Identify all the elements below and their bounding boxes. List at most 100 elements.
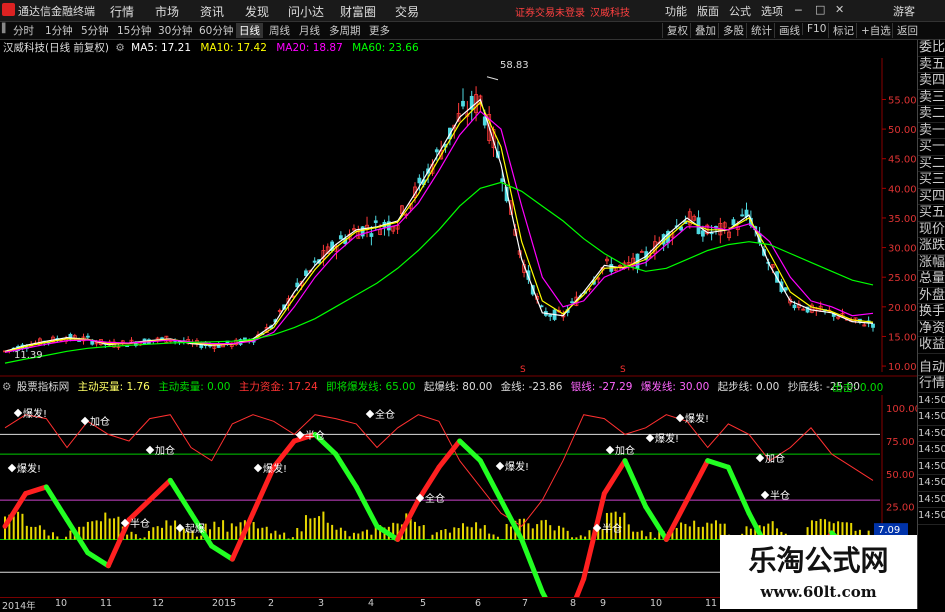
- volume-bar: [532, 528, 534, 539]
- side-item-auto[interactable]: 自动: [918, 360, 945, 377]
- volume-bar: [636, 532, 638, 540]
- price-tick-label: 35.00: [888, 214, 917, 225]
- volume-bar: [161, 528, 163, 540]
- volume-bar: [558, 526, 560, 540]
- signal-diamond-icon: [676, 414, 684, 422]
- volume-bar: [410, 519, 412, 540]
- price-tick-label: 40.00: [888, 184, 917, 195]
- indicator-tick-label: 75.00: [886, 437, 915, 448]
- side-item-buy3[interactable]: 买三: [918, 172, 945, 189]
- candle-body: [501, 179, 504, 182]
- volume-bar: [148, 531, 150, 540]
- volume-bar: [431, 535, 433, 540]
- side-item-sell5[interactable]: 卖五: [918, 57, 945, 74]
- volume-bar: [213, 522, 215, 540]
- volume-bar: [235, 526, 237, 539]
- volume-bar: [702, 527, 704, 540]
- side-item-sell3[interactable]: 卖三: [918, 90, 945, 107]
- volume-bar: [676, 528, 678, 539]
- volume-bar: [170, 526, 172, 540]
- side-item-net-assets[interactable]: 净资: [918, 321, 945, 338]
- volume-bar: [698, 527, 700, 539]
- side-item-buy4[interactable]: 买四: [918, 189, 945, 206]
- candle-body: [872, 324, 875, 327]
- volume-bar: [56, 536, 58, 539]
- volume-bar: [309, 518, 311, 539]
- side-item-change-pct[interactable]: 涨幅: [918, 255, 945, 272]
- tick-time: 14:50: [918, 426, 945, 443]
- tick-time: 14:50: [918, 508, 945, 525]
- volume-bar: [632, 532, 634, 540]
- ind-start-line: 起步线: 0.00: [718, 381, 780, 393]
- volume-bar: [680, 523, 682, 540]
- candle-body: [418, 178, 421, 183]
- gold-line-segment: [212, 546, 233, 559]
- volume-bar: [423, 525, 425, 539]
- side-item-change[interactable]: 涨跌: [918, 238, 945, 255]
- volume-bar: [322, 512, 324, 540]
- gold-line-segment: [88, 553, 109, 566]
- signal-diamond-icon: [366, 410, 374, 418]
- candle-body: [374, 221, 377, 223]
- high-marker: [487, 77, 498, 80]
- side-item-buy1[interactable]: 买一: [918, 139, 945, 156]
- side-item-sell1[interactable]: 卖一: [918, 123, 945, 140]
- price-tick-label: 15.00: [888, 332, 917, 343]
- time-axis-label: 5: [420, 598, 426, 609]
- outflow-label: 出击: 0.00: [832, 380, 883, 395]
- side-item-volume[interactable]: 总量: [918, 271, 945, 288]
- side-item-turnover[interactable]: 换手: [918, 304, 945, 321]
- volume-bar: [641, 531, 643, 540]
- side-item-quotes[interactable]: 行情: [918, 376, 945, 393]
- side-item-sell2[interactable]: 卖二: [918, 106, 945, 123]
- volume-bar: [335, 530, 337, 540]
- signal-label: 全仓: [425, 492, 445, 505]
- signal-diamond-icon: [606, 446, 614, 454]
- ind-main-capital: 主力资金: 17.24: [239, 381, 318, 393]
- side-item-price[interactable]: 现价: [918, 222, 945, 239]
- side-item-buy2[interactable]: 买二: [918, 156, 945, 173]
- candle-body: [161, 338, 164, 339]
- time-axis-label: 2015: [212, 598, 236, 609]
- price-tick-label: 25.00: [888, 273, 917, 284]
- volume-bar: [318, 516, 320, 539]
- volume-bar: [471, 527, 473, 539]
- volume-bar: [130, 532, 132, 540]
- volume-bar: [440, 530, 442, 539]
- volume-bar: [17, 512, 19, 540]
- volume-bar: [362, 531, 364, 539]
- signal-label: 加仓: [155, 444, 175, 457]
- volume-bar: [91, 521, 93, 539]
- side-item-sell4[interactable]: 卖四: [918, 73, 945, 90]
- signal-label: 全仓: [375, 408, 395, 421]
- signal-diamond-icon: [496, 462, 504, 470]
- time-axis-label: 6: [475, 598, 481, 609]
- side-item-weibi[interactable]: 委比: [918, 40, 945, 57]
- time-axis-label: 2014年: [2, 598, 36, 612]
- ind-gold-line: 金线: -23.86: [501, 381, 563, 393]
- candle-body: [313, 261, 316, 262]
- volume-bar: [584, 537, 586, 540]
- time-axis-label: 10: [650, 598, 662, 609]
- volume-bar: [693, 521, 695, 540]
- volume-bar: [418, 526, 420, 539]
- candle-body: [461, 101, 464, 106]
- volume-bar: [266, 527, 268, 540]
- side-item-outer[interactable]: 外盘: [918, 288, 945, 305]
- gold-line-segment: [646, 507, 667, 540]
- volume-bar: [196, 537, 198, 540]
- price-tick-label: 45.00: [888, 155, 917, 166]
- volume-bar: [292, 537, 294, 539]
- volume-bar: [567, 531, 569, 540]
- side-item-earnings[interactable]: 收益: [918, 337, 945, 354]
- volume-bar: [135, 534, 137, 539]
- indicator-settings-icon[interactable]: ⚙: [2, 381, 11, 393]
- signal-diamond-icon: [14, 409, 22, 417]
- volume-bar: [157, 526, 159, 539]
- signal-diamond-icon: [761, 491, 769, 499]
- stock-chart[interactable]: SS 55.0050.0045.0040.0035.0030.0025.0020…: [0, 0, 917, 597]
- volume-bar: [645, 536, 647, 539]
- volume-bar: [414, 522, 416, 540]
- volume-bar: [257, 528, 259, 539]
- side-item-buy5[interactable]: 买五: [918, 205, 945, 222]
